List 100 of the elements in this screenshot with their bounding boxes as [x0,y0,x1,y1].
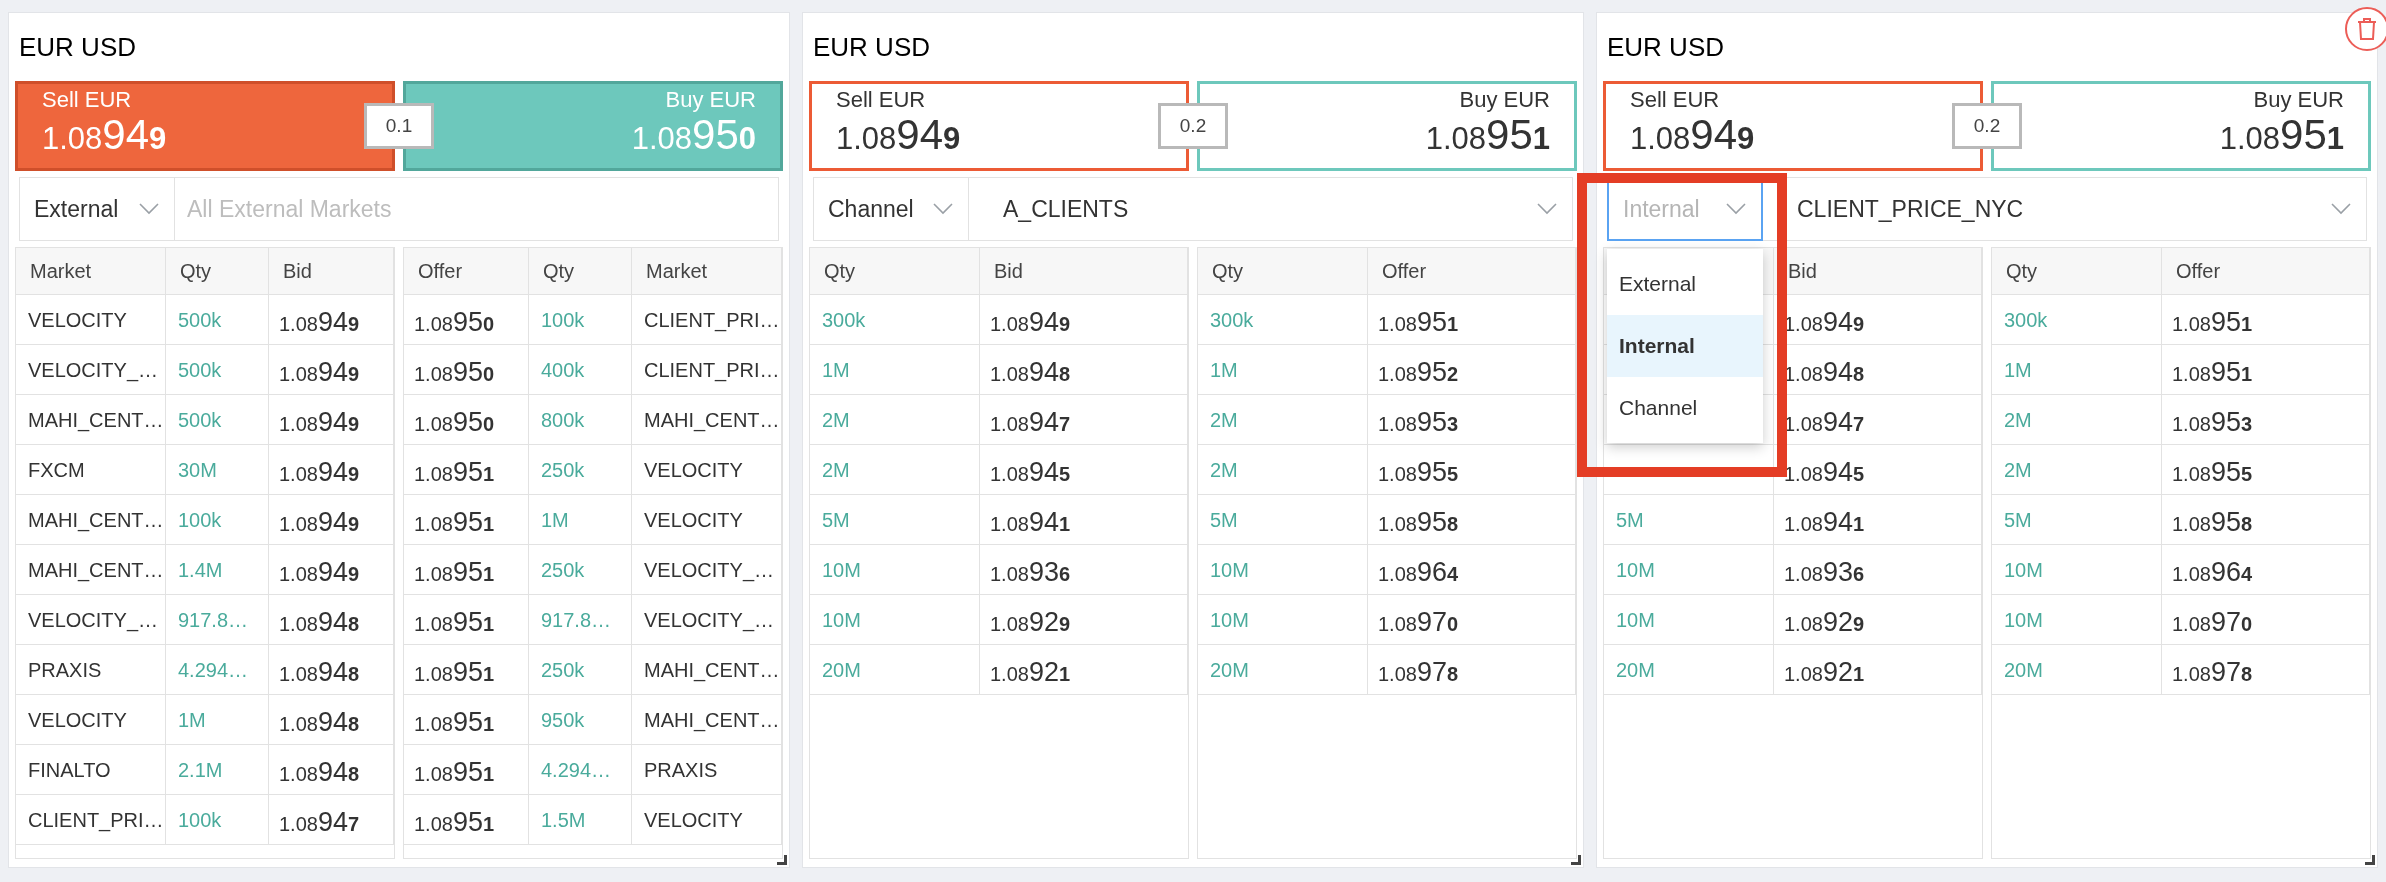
qty-cell: 800k [529,395,632,445]
menu-option[interactable]: External [1607,253,1763,315]
market-cell: VELOCITY [632,795,782,845]
price-cell-text: 1.08949 [279,356,360,390]
qty-cell: 1.5M [529,795,632,845]
price-cell-text: 1.08941 [990,506,1071,540]
market-cell: FINALTO [16,745,166,795]
market-cell: VELOCITY_… [632,545,782,595]
market-cell: CLIENT_PRI… [16,795,166,845]
resize-handle-icon[interactable] [777,855,787,865]
qty-cell: 100k [529,295,632,345]
market-cell: CLIENT_PRI… [632,345,782,395]
price-cell-text: 1.08951 [414,656,495,690]
resize-handle-icon[interactable] [1571,855,1581,865]
qty-cell: 950k [529,695,632,745]
price-cell-text: 1.08921 [1784,656,1865,690]
market-cell: PRAXIS [632,745,782,795]
source-select[interactable]: Channel [813,177,969,241]
qty-cell: 20M [1604,645,1774,695]
column-header: Bid [1788,259,1817,284]
price-cell-text: 1.08929 [1784,606,1865,640]
price-cell-text: 1.08936 [1784,556,1865,590]
price-cell-text: 1.08951 [414,806,495,840]
price-cell-text: 1.08950 [414,406,495,440]
price-cell-text: 1.08951 [414,556,495,590]
column-header: Qty [824,259,856,284]
qty-cell: 1M [1198,345,1368,395]
qty-cell: 400k [529,345,632,395]
price-cell-text: 1.08951 [414,706,495,740]
qty-cell: 100k [166,495,269,545]
price-cell-text: 1.08949 [279,306,360,340]
chevron-down-icon [138,202,160,216]
qty-cell: 500k [166,295,269,345]
qty-cell: 917.8… [529,595,632,645]
price-cell-text: 1.08948 [1784,356,1865,390]
chevron-down-icon [2330,202,2352,216]
price-cell-text: 1.08955 [2172,456,2253,490]
price-cell-text: 1.08970 [2172,606,2253,640]
price-cell-text: 1.08951 [2172,356,2253,390]
qty-cell: 500k [166,395,269,445]
qty-cell: 10M [1992,545,2162,595]
qty-cell: 500k [166,345,269,395]
qty-cell: 4.294… [166,645,269,695]
column-header: Qty [2006,259,2038,284]
market-search-field[interactable]: All External Markets [175,177,779,241]
market-cell: CLIENT_PRI… [632,295,782,345]
delete-button[interactable] [2345,7,2386,51]
price-cell-text: 1.08949 [279,506,360,540]
qty-cell: 5M [1198,495,1368,545]
source-select[interactable]: External [19,177,175,241]
qty-cell: 300k [810,295,980,345]
price-cell-text: 1.08953 [1378,406,1459,440]
price-cell-text: 1.08951 [414,456,495,490]
qty-cell: 10M [1604,595,1774,645]
menu-option[interactable]: Internal [1607,315,1763,377]
price-cell-text: 1.08936 [990,556,1071,590]
market-select[interactable]: CLIENT_PRICE_NYC [1763,177,2367,241]
price-cell-text: 1.08949 [990,306,1071,340]
price-cell-text: 1.08948 [990,356,1071,390]
column-header: Qty [543,259,575,284]
qty-cell: 10M [1992,595,2162,645]
price-cell-text: 1.08970 [1378,606,1459,640]
resize-handle-icon[interactable] [2365,855,2375,865]
chevron-down-icon [1536,202,1558,216]
price-cell-text: 1.08947 [279,806,360,840]
market-cell: VELOCITY_… [632,595,782,645]
qty-cell: 2M [810,395,980,445]
qty-cell: 2M [1198,395,1368,445]
column-header: Market [646,259,708,284]
price-cell-text: 1.08945 [990,456,1071,490]
price-cell-text: 1.08951 [2172,306,2253,340]
column-header: Qty [180,259,212,284]
market-cell: VELOCITY_… [16,595,166,645]
price-cell-text: 1.08949 [1784,306,1865,340]
market-select[interactable]: A_CLIENTS [969,177,1573,241]
menu-option[interactable]: Channel [1607,377,1763,439]
qty-cell: 300k [1198,295,1368,345]
qty-cell: 20M [810,645,980,695]
price-cell-text: 1.08958 [1378,506,1459,540]
qty-cell: 2.1M [166,745,269,795]
qty-cell: 917.8… [166,595,269,645]
qty-cell: 10M [1198,595,1368,645]
price-cell-text: 1.08948 [279,656,360,690]
qty-cell: 5M [1604,495,1774,545]
qty-cell: 250k [529,445,632,495]
spread-value: 0.2 [1952,103,2022,149]
price-cell-text: 1.08945 [1784,456,1865,490]
spread-value: 0.2 [1158,103,1228,149]
qty-cell: 250k [529,645,632,695]
price-cell-text: 1.08948 [279,706,360,740]
chevron-down-icon [1725,202,1747,216]
price-cell-text: 1.08951 [414,606,495,640]
qty-cell: 30M [166,445,269,495]
price-cell-text: 1.08964 [2172,556,2253,590]
qty-cell: 2M [1992,395,2162,445]
price-cell-text: 1.08947 [990,406,1071,440]
market-cell: MAHI_CENT… [632,645,782,695]
market-cell: VELOCITY [16,695,166,745]
panel-title: EUR USD [19,30,136,64]
qty-cell: 20M [1992,645,2162,695]
